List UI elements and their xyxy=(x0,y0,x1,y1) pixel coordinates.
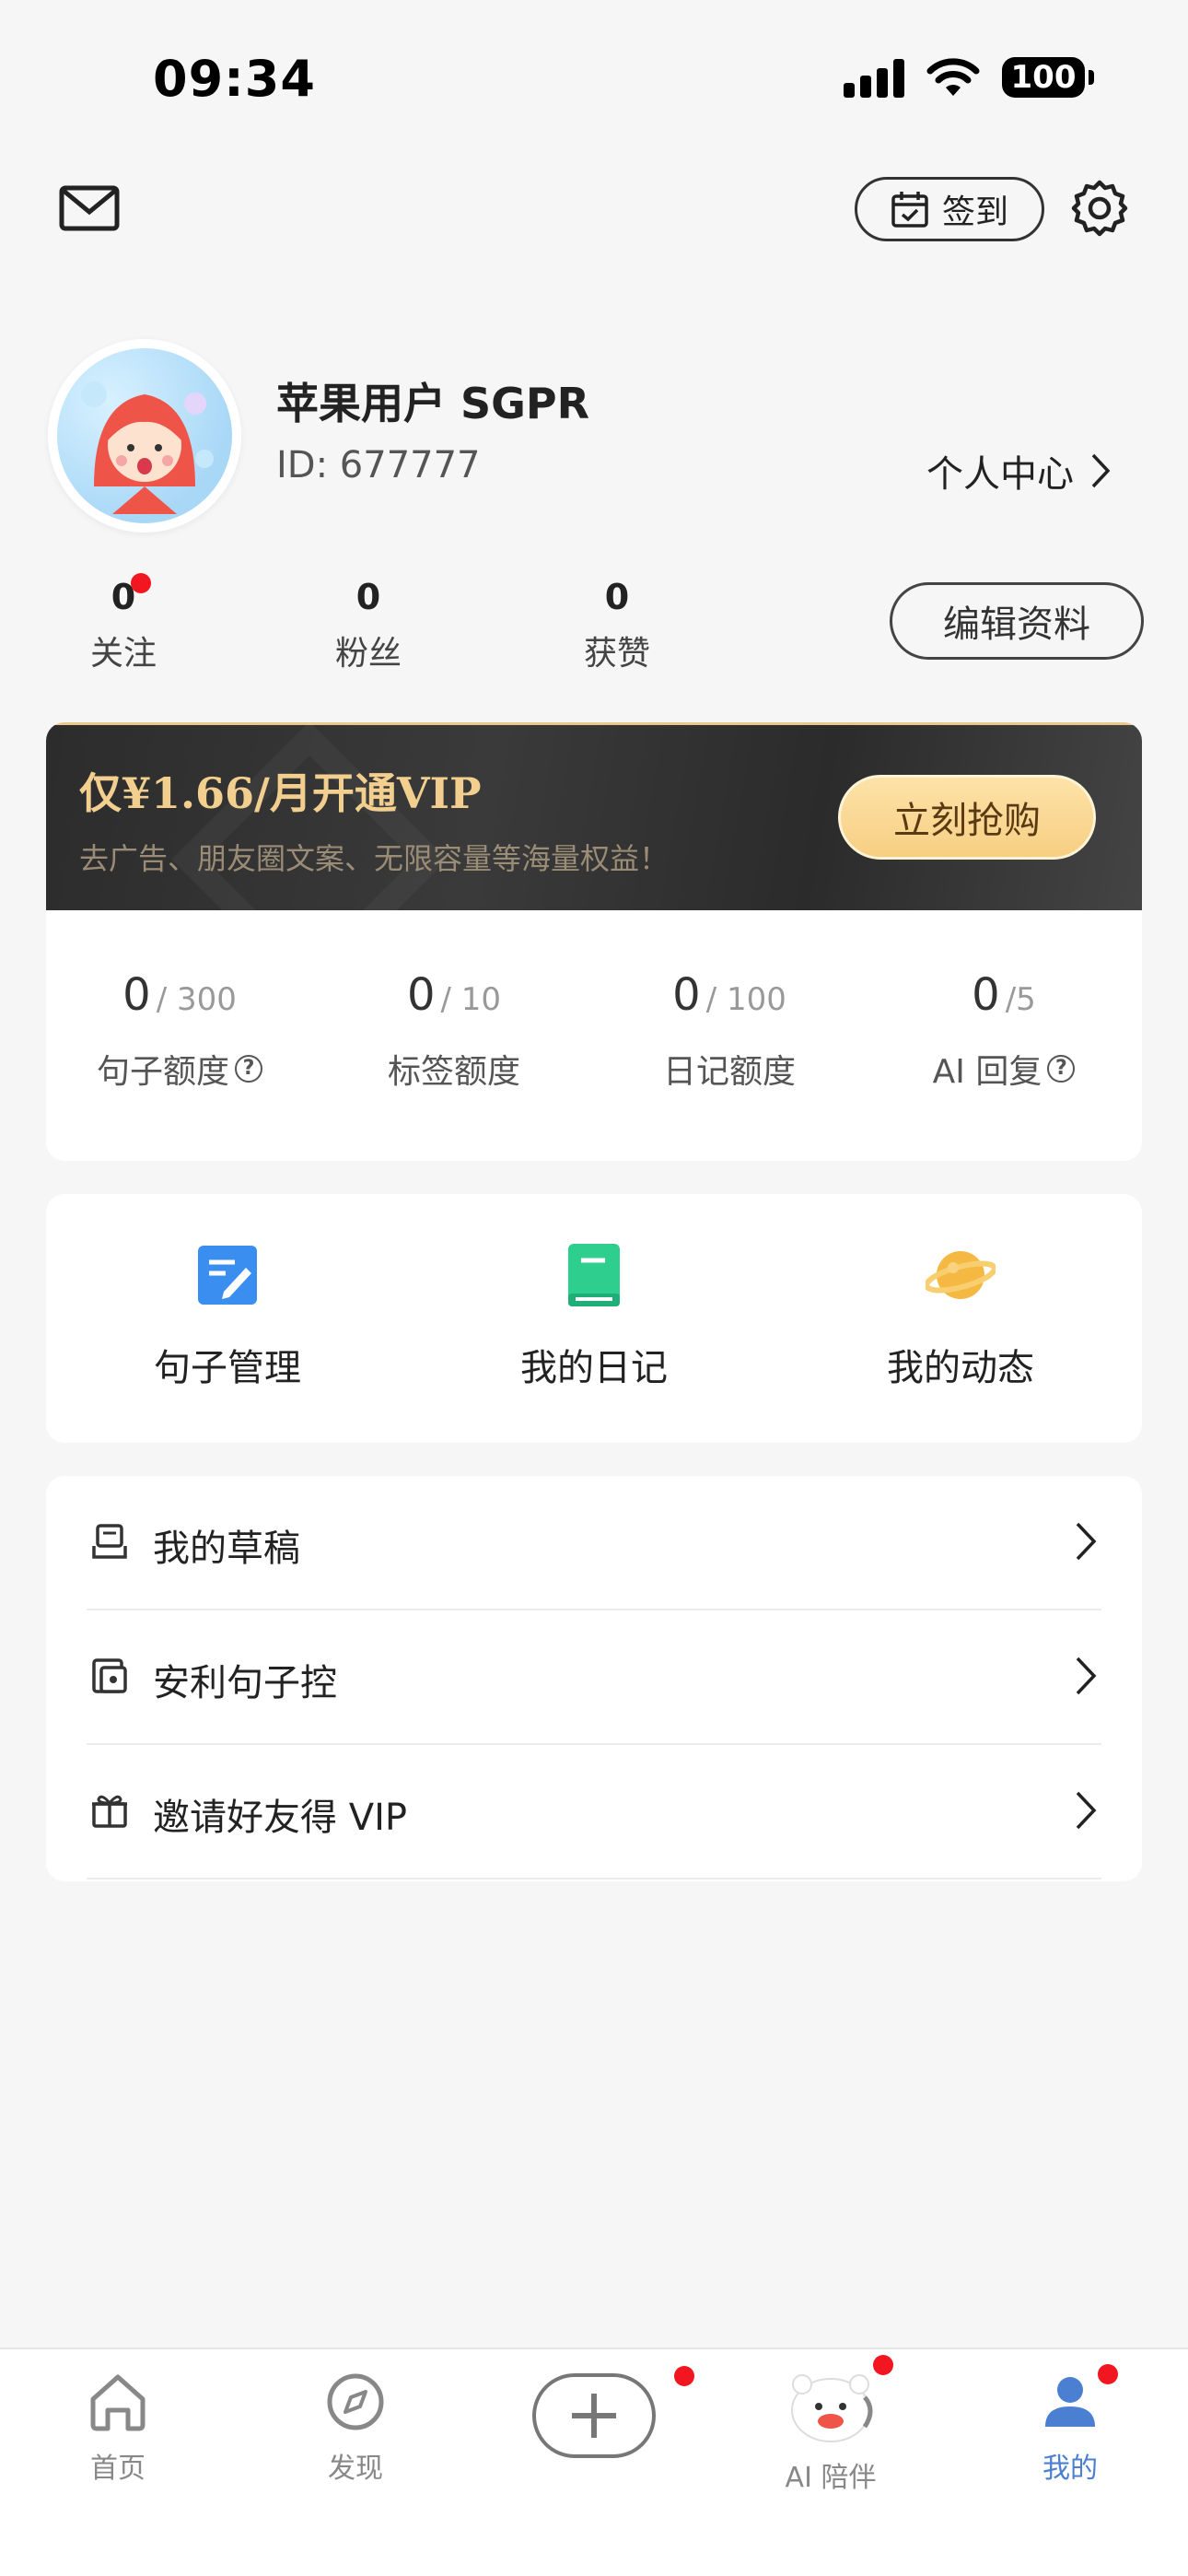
checkin-button[interactable]: 签到 xyxy=(855,177,1044,241)
menu-item-label: 邀请好友得 VIP xyxy=(153,1797,407,1839)
wifi-icon xyxy=(926,57,980,98)
stat-value: 0 xyxy=(111,577,136,617)
feature-my-moments[interactable]: 我的动态 xyxy=(822,1240,1099,1391)
feature-label: 我的日记 xyxy=(520,1347,668,1389)
features-card: 句子管理 我的日记 我的动态 xyxy=(46,1194,1142,1443)
avatar[interactable] xyxy=(48,339,241,533)
notification-dot xyxy=(674,2366,694,2386)
quota-used: 0 xyxy=(972,969,1000,1021)
person-icon xyxy=(1045,2377,1095,2427)
chevron-right-icon xyxy=(1091,453,1111,488)
notification-dot xyxy=(1098,2364,1118,2384)
home-icon xyxy=(90,2374,146,2431)
personal-center-label: 个人中心 xyxy=(926,453,1074,496)
feature-label: 句子管理 xyxy=(154,1347,301,1389)
menu-item-recommend[interactable]: 安利句子控 xyxy=(87,1610,1101,1745)
diary-book-icon xyxy=(568,1244,620,1306)
status-icons: 100 xyxy=(844,57,1094,98)
quota-label: AI 回复 xyxy=(932,1053,1042,1091)
tab-home[interactable]: 首页 xyxy=(35,2370,201,2486)
menu-item-label: 安利句子控 xyxy=(153,1662,337,1704)
settings-gear-icon[interactable] xyxy=(1070,179,1129,238)
stat-following[interactable]: 0 关注 xyxy=(50,573,197,674)
quota-diary: 0/ 100 日记额度 xyxy=(591,969,868,1093)
quota-tags: 0/ 10 标签额度 xyxy=(316,969,592,1093)
share-recommend-icon xyxy=(92,1658,127,1693)
edit-profile-button[interactable]: 编辑资料 xyxy=(890,582,1144,660)
tab-label: 首页 xyxy=(90,2453,146,2485)
quota-limit: / 300 xyxy=(156,981,237,1018)
calendar-icon xyxy=(891,192,928,228)
quota-limit: / 10 xyxy=(440,981,502,1018)
compass-icon xyxy=(327,2373,384,2430)
tab-discover[interactable]: 发现 xyxy=(273,2370,438,2486)
draft-icon xyxy=(92,1524,127,1559)
checkin-label: 签到 xyxy=(941,193,1008,231)
battery-icon: 100 xyxy=(1002,57,1094,98)
status-bar: 09:34 100 xyxy=(0,0,1188,157)
notification-dot xyxy=(131,573,151,593)
add-post-button[interactable] xyxy=(532,2373,656,2458)
chevron-right-icon xyxy=(1076,1657,1097,1695)
edit-document-icon xyxy=(198,1246,257,1305)
menu-item-invite[interactable]: 邀请好友得 VIP xyxy=(87,1745,1101,1879)
stat-label: 获赞 xyxy=(583,635,650,673)
stat-likes[interactable]: 0 获赞 xyxy=(543,577,691,674)
quota-ai-reply: 0/5 AI 回复? xyxy=(866,969,1142,1093)
stat-label: 粉丝 xyxy=(334,635,402,673)
bottom-tab-bar: 首页 发现 AI 陪伴 我的 xyxy=(0,2348,1188,2576)
chevron-right-icon xyxy=(1076,1522,1097,1561)
notification-dot xyxy=(873,2355,893,2375)
quota-label: 日记额度 xyxy=(662,1053,796,1091)
quota-used: 0 xyxy=(406,969,436,1021)
menu-item-drafts[interactable]: 我的草稿 xyxy=(87,1476,1101,1610)
menu-card: 我的草稿 安利句子控 邀请好友得 VIP xyxy=(46,1476,1142,1881)
feature-label: 我的动态 xyxy=(887,1347,1034,1389)
top-bar: 签到 xyxy=(0,157,1188,267)
stat-value: 0 xyxy=(355,577,381,617)
vip-banner[interactable]: 仅¥1.66/月开通VIP 去广告、朋友圈文案、无限容量等海量权益！ 立刻抢购 xyxy=(46,722,1142,910)
help-icon[interactable]: ? xyxy=(1047,1055,1076,1083)
quota-sentences: 0/ 300 句子额度? xyxy=(46,969,318,1093)
help-icon[interactable]: ? xyxy=(235,1055,262,1083)
vip-card: 仅¥1.66/月开通VIP 去广告、朋友圈文案、无限容量等海量权益！ 立刻抢购 … xyxy=(46,722,1142,1161)
tab-me[interactable]: 我的 xyxy=(987,2370,1153,2486)
tab-label: 发现 xyxy=(328,2453,383,2485)
battery-level: 100 xyxy=(1010,59,1077,96)
quota-label: 标签额度 xyxy=(387,1053,520,1091)
avatar-illustration xyxy=(81,381,214,514)
tab-label: 我的 xyxy=(1042,2453,1098,2485)
quota-limit: /5 xyxy=(1005,981,1036,1018)
quota-limit: / 100 xyxy=(705,981,786,1018)
personal-center-link[interactable]: 个人中心 xyxy=(926,444,1111,498)
vip-title: 仅¥1.66/月开通VIP xyxy=(79,768,482,818)
plus-icon xyxy=(572,2394,616,2438)
tab-ai-companion[interactable]: AI 陪伴 xyxy=(748,2370,914,2495)
vip-subtitle: 去广告、朋友圈文案、无限容量等海量权益！ xyxy=(79,841,670,876)
username: 苹果用户 SGPR xyxy=(276,379,590,428)
mail-icon[interactable] xyxy=(59,182,120,234)
stat-label: 关注 xyxy=(89,635,157,673)
feature-my-diary[interactable]: 我的日记 xyxy=(456,1240,732,1391)
planet-icon xyxy=(924,1251,997,1299)
ai-companion-avatar xyxy=(791,2374,873,2442)
user-id: ID: 677777 xyxy=(276,444,481,486)
status-time: 09:34 xyxy=(153,50,316,108)
stat-value: 0 xyxy=(604,577,630,617)
chevron-right-icon xyxy=(1076,1791,1097,1830)
menu-item-label: 我的草稿 xyxy=(153,1528,300,1570)
quota-used: 0 xyxy=(672,969,701,1021)
vip-buy-button[interactable]: 立刻抢购 xyxy=(838,775,1096,860)
cellular-signal-icon xyxy=(844,57,904,98)
quota-label: 句子额度 xyxy=(96,1053,229,1091)
quota-used: 0 xyxy=(122,969,151,1021)
tab-label: AI 陪伴 xyxy=(785,2462,877,2494)
gift-icon xyxy=(92,1795,127,1828)
stat-followers[interactable]: 0 粉丝 xyxy=(295,577,442,674)
feature-sentence-management[interactable]: 句子管理 xyxy=(89,1240,366,1391)
